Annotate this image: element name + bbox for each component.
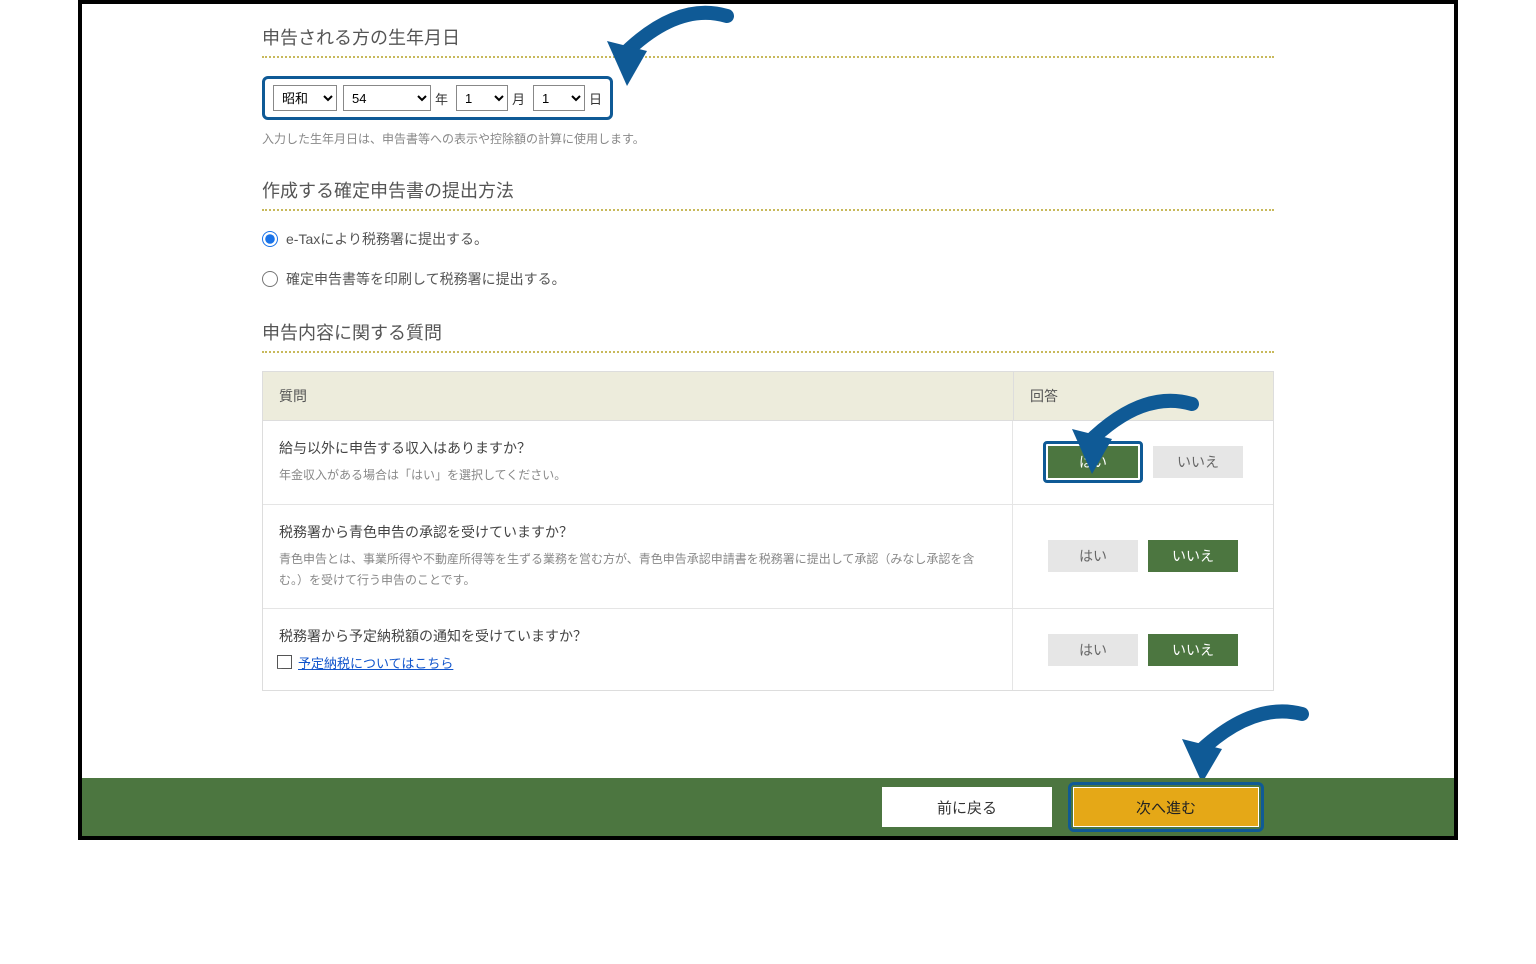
next-button-highlight: 次へ進む [1068,782,1264,832]
dob-section-title: 申告される方の生年月日 [262,24,1274,58]
month-unit: 月 [512,89,525,108]
radio-etax-input[interactable] [262,231,278,247]
radio-print-input[interactable] [262,271,278,287]
answer-cell: はい いいえ [1013,505,1273,608]
answer-yes-button[interactable]: はい [1048,540,1138,572]
year-select[interactable]: 54 [343,85,431,111]
day-unit: 日 [589,89,602,108]
radio-print[interactable]: 確定申告書等を印刷して税務署に提出する。 [262,269,1274,289]
answer-highlight: はい [1043,441,1143,483]
link-row: 予定納税についてはこちら [279,653,996,672]
help-link[interactable]: 予定納税についてはこちら [298,653,453,672]
radio-print-label: 確定申告書等を印刷して税務署に提出する。 [286,269,566,289]
dob-note: 入力した生年月日は、申告書等への表示や控除額の計算に使用します。 [262,130,1274,147]
question-cell: 給与以外に申告する収入はありますか？ 年金収入がある場合は「はい」を選択してくだ… [263,421,1013,504]
header-question: 質問 [263,372,1013,420]
question-text: 税務署から青色申告の承認を受けていますか？ [279,521,996,543]
era-select[interactable]: 昭和 [273,85,337,111]
question-cell: 税務署から予定納税額の通知を受けていますか？ 予定納税についてはこちら [263,609,1013,690]
answer-yes-button[interactable]: はい [1048,446,1138,478]
dob-input-group: 昭和 54 年 1 月 1 日 [262,76,613,120]
radio-etax-label: e-Taxにより税務署に提出する。 [286,229,488,249]
table-row: 税務署から青色申告の承認を受けていますか？ 青色申告とは、事業所得や不動産所得等… [263,505,1273,609]
radio-etax[interactable]: e-Taxにより税務署に提出する。 [262,229,1274,249]
year-unit: 年 [435,89,448,108]
question-subtext: 年金収入がある場合は「はい」を選択してください。 [279,465,996,485]
answer-no-button[interactable]: いいえ [1148,540,1238,572]
question-text: 税務署から予定納税額の通知を受けていますか？ [279,625,996,647]
answer-cell: はい いいえ [1013,421,1273,504]
answer-cell: はい いいえ [1013,609,1273,690]
month-select[interactable]: 1 [456,85,508,111]
question-text: 給与以外に申告する収入はありますか？ [279,437,996,459]
questions-section-title: 申告内容に関する質問 [262,319,1274,353]
question-cell: 税務署から青色申告の承認を受けていますか？ 青色申告とは、事業所得や不動産所得等… [263,505,1013,608]
back-button[interactable]: 前に戻る [882,787,1052,827]
table-row: 税務署から予定納税額の通知を受けていますか？ 予定納税についてはこちら はい い… [263,609,1273,690]
day-select[interactable]: 1 [533,85,585,111]
footer-bar: 前に戻る 次へ進む [82,778,1454,836]
table-row: 給与以外に申告する収入はありますか？ 年金収入がある場合は「はい」を選択してくだ… [263,421,1273,505]
answer-no-button[interactable]: いいえ [1148,634,1238,666]
question-table: 質問 回答 給与以外に申告する収入はありますか？ 年金収入がある場合は「はい」を… [262,371,1274,691]
question-subtext: 青色申告とは、事業所得や不動産所得等を生ずる業務を営む方が、青色申告承認申請書を… [279,549,996,590]
table-header: 質問 回答 [263,372,1273,421]
answer-yes-button[interactable]: はい [1048,634,1138,666]
next-button[interactable]: 次へ進む [1073,787,1259,827]
external-link-icon [279,657,292,669]
submission-radio-group: e-Taxにより税務署に提出する。 確定申告書等を印刷して税務署に提出する。 [262,229,1274,289]
submission-section-title: 作成する確定申告書の提出方法 [262,177,1274,211]
answer-no-button[interactable]: いいえ [1153,446,1243,478]
header-answer: 回答 [1013,372,1273,420]
